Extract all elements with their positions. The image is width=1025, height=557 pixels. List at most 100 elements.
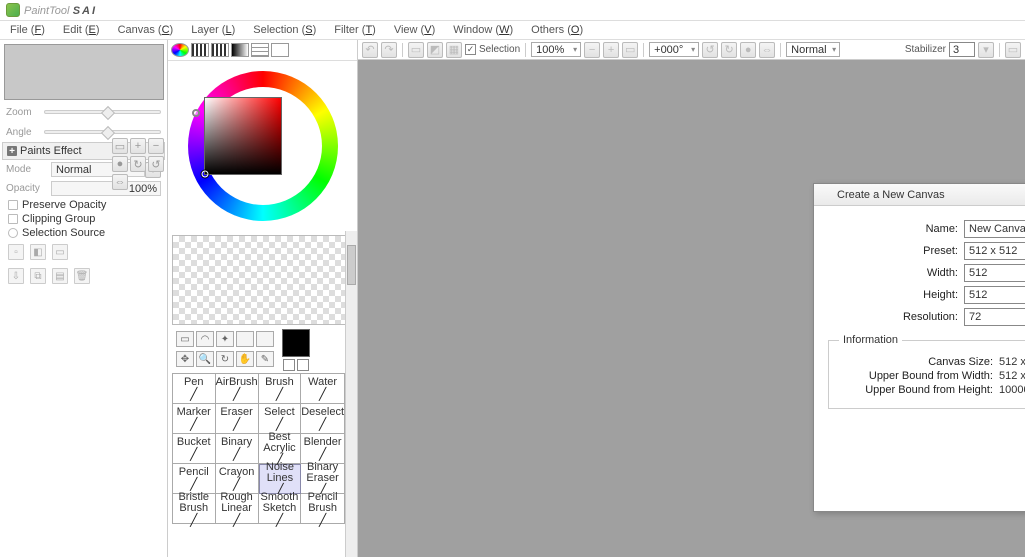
zoom-out-tb-button[interactable]: − <box>584 42 600 58</box>
rotate-tool[interactable]: ↻ <box>216 351 234 367</box>
menu-file[interactable]: File (F) <box>10 24 45 36</box>
new-layer-icon[interactable]: ▫ <box>8 244 24 260</box>
swap-swatch-icon[interactable] <box>283 359 295 371</box>
eyedropper-tool[interactable]: ✎ <box>256 351 274 367</box>
selection-source-radio[interactable]: Selection Source <box>2 226 165 240</box>
clipping-group-checkbox[interactable]: Clipping Group <box>2 212 165 226</box>
bg-swatch[interactable] <box>297 359 309 371</box>
rotate-dropdown[interactable]: +000° <box>649 42 699 57</box>
width-input[interactable] <box>964 264 1025 282</box>
invert-button[interactable]: ◩ <box>427 42 443 58</box>
menu-others[interactable]: Others (O) <box>531 24 583 36</box>
navigator-preview[interactable] <box>4 44 164 100</box>
zoom-fit-tb-button[interactable]: ▭ <box>622 42 638 58</box>
height-input[interactable] <box>964 286 1025 304</box>
brush-bucket[interactable]: Bucket╱ <box>173 434 216 464</box>
select-rect-tool[interactable]: ▭ <box>176 331 194 347</box>
hand-tool[interactable]: ✋ <box>236 351 254 367</box>
clear-layer-icon[interactable]: ▤ <box>52 268 68 284</box>
menu-layer[interactable]: Layer (L) <box>191 24 235 36</box>
zoom-in-button[interactable]: + <box>130 138 146 154</box>
brush-deselect[interactable]: Deselect╱ <box>301 404 345 434</box>
tool-scrollbar[interactable] <box>345 231 357 557</box>
menu-canvas[interactable]: Canvas (C) <box>118 24 174 36</box>
preserve-opacity-checkbox[interactable]: Preserve Opacity <box>2 198 165 212</box>
rot-cw-tb-button[interactable]: ↻ <box>721 42 737 58</box>
zoom-fit-button[interactable]: ▭ <box>112 138 128 154</box>
redo-button[interactable]: ↷ <box>381 42 397 58</box>
brush-brush[interactable]: Brush╱ <box>259 374 302 404</box>
dialog-titlebar[interactable]: Create a New Canvas ✕ <box>814 184 1025 206</box>
zoom-tool[interactable]: 🔍 <box>196 351 214 367</box>
angle-label: Angle <box>6 127 40 138</box>
swatch-tab[interactable] <box>251 43 269 57</box>
stabilizer-dropdown-icon[interactable]: ▾ <box>978 42 994 58</box>
blend-dropdown[interactable]: Normal <box>786 42 840 57</box>
scratch-tab[interactable] <box>271 43 289 57</box>
rot-reset-tb-button[interactable]: ● <box>740 42 756 58</box>
zoom-dropdown[interactable]: 100% <box>531 42 581 57</box>
brush-crayon[interactable]: Crayon╱ <box>216 464 259 494</box>
brush-pen[interactable]: Pen╱ <box>173 374 216 404</box>
zoom-out-button[interactable]: − <box>148 138 164 154</box>
hsv-tab[interactable] <box>211 43 229 57</box>
brush-bristle-brush[interactable]: Bristle Brush╱ <box>173 494 216 524</box>
transfer-down-icon[interactable]: ⇩ <box>8 268 24 284</box>
menu-selection[interactable]: Selection (S) <box>253 24 316 36</box>
angle-slider[interactable] <box>44 130 161 134</box>
selection-checkbox[interactable]: ✓ <box>465 44 476 55</box>
move-tool[interactable]: ✥ <box>176 351 194 367</box>
brush-best-acrylic[interactable]: Best Acrylic╱ <box>259 434 302 464</box>
rgb-tab[interactable] <box>191 43 209 57</box>
preset-select[interactable]: 512 x 512 <box>964 242 1025 260</box>
deselect-button[interactable]: ▭ <box>408 42 424 58</box>
foreground-swatch[interactable] <box>282 329 310 357</box>
zoom-in-tb-button[interactable]: + <box>603 42 619 58</box>
brush-binary-eraser[interactable]: Binary Eraser╱ <box>301 464 345 494</box>
brush-blender[interactable]: Blender╱ <box>301 434 345 464</box>
flip-tb-button[interactable]: ⇔ <box>759 42 775 58</box>
menu-window[interactable]: Window (W) <box>453 24 513 36</box>
rotate-cw-button[interactable]: ↻ <box>130 156 146 172</box>
menu-view[interactable]: View (V) <box>394 24 435 36</box>
brush-eraser[interactable]: Eraser╱ <box>216 404 259 434</box>
hue-picker-icon[interactable] <box>192 109 200 117</box>
brush-noise-lines[interactable]: Noise Lines╱ <box>259 464 302 494</box>
new-folder-icon[interactable]: ▭ <box>52 244 68 260</box>
brush-smooth-sketch[interactable]: Smooth Sketch╱ <box>259 494 302 524</box>
gray-tab[interactable] <box>231 43 249 57</box>
showsel-button[interactable]: ▦ <box>446 42 462 58</box>
brush-water[interactable]: Water╱ <box>301 374 345 404</box>
empty-tool-2[interactable] <box>256 331 274 347</box>
magic-wand-tool[interactable]: ✦ <box>216 331 234 347</box>
brush-airbrush[interactable]: AirBrush╱ <box>216 374 259 404</box>
scratchpad[interactable] <box>172 235 353 325</box>
new-linked-layer-icon[interactable]: ◧ <box>30 244 46 260</box>
brush-marker[interactable]: Marker╱ <box>173 404 216 434</box>
rot-ccw-tb-button[interactable]: ↺ <box>702 42 718 58</box>
menu-filter[interactable]: Filter (T) <box>334 24 376 36</box>
color-wheel[interactable] <box>168 61 357 231</box>
flip-button[interactable]: ⇔ <box>112 174 128 190</box>
lasso-tool[interactable]: ◠ <box>196 331 214 347</box>
name-input[interactable] <box>964 220 1025 238</box>
merge-down-icon[interactable]: ⧉ <box>30 268 46 284</box>
rotate-ccw-button[interactable]: ↺ <box>148 156 164 172</box>
brush-rough-linear[interactable]: Rough Linear╱ <box>216 494 259 524</box>
sv-picker-icon[interactable] <box>202 171 209 178</box>
empty-tool-1[interactable] <box>236 331 254 347</box>
undo-button[interactable]: ↶ <box>362 42 378 58</box>
menu-edit[interactable]: Edit (E) <box>63 24 100 36</box>
zoom-slider[interactable] <box>44 110 161 114</box>
resolution-input[interactable] <box>964 308 1025 326</box>
brush-select[interactable]: Select╱ <box>259 404 302 434</box>
stabilizer-value[interactable]: 3 <box>949 42 975 57</box>
delete-layer-icon[interactable]: 🗑 <box>74 268 90 284</box>
sv-box[interactable] <box>204 97 282 175</box>
color-wheel-tab[interactable] <box>171 43 189 57</box>
brush-pencil[interactable]: Pencil╱ <box>173 464 216 494</box>
brush-pencil-brush[interactable]: Pencil Brush╱ <box>301 494 345 524</box>
brush-binary[interactable]: Binary╱ <box>216 434 259 464</box>
rotate-reset-button[interactable]: ● <box>112 156 128 172</box>
extra-button[interactable]: ▭ <box>1005 42 1021 58</box>
